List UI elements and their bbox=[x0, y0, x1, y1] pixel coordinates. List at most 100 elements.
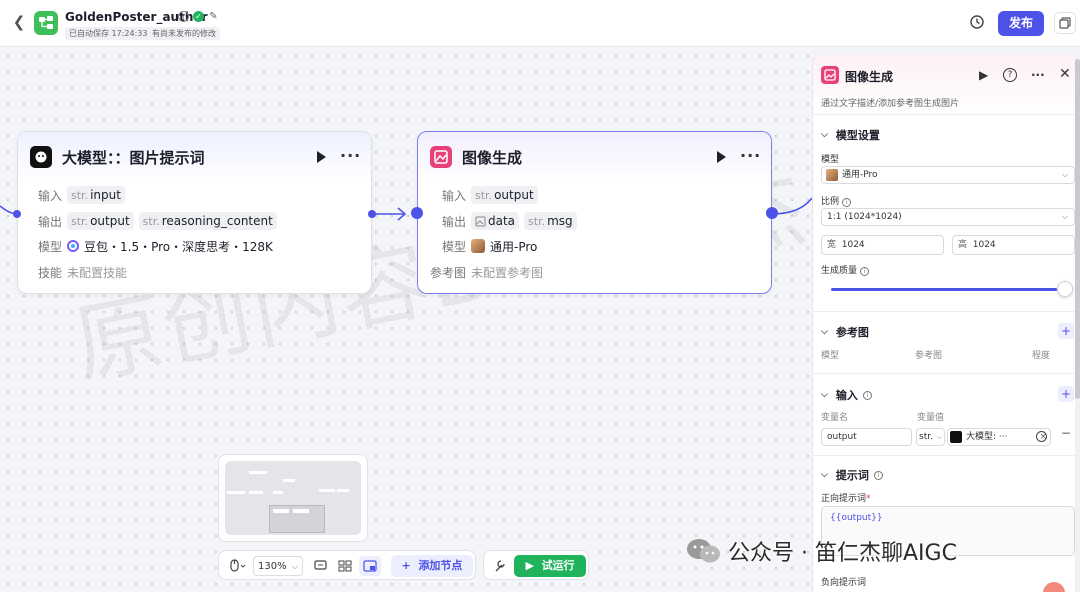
height-label: 高 bbox=[958, 240, 968, 250]
wrench-icon[interactable] bbox=[492, 556, 508, 576]
image-icon bbox=[430, 146, 452, 168]
output-port[interactable] bbox=[766, 207, 778, 219]
plus-icon: + bbox=[401, 559, 419, 572]
info-icon: i bbox=[862, 390, 872, 400]
quality-slider[interactable] bbox=[831, 288, 1057, 291]
input-port[interactable] bbox=[13, 210, 21, 218]
ratio-value: 1:1 (1024*1024) bbox=[827, 212, 902, 222]
var-name-input[interactable]: output bbox=[821, 428, 912, 446]
copy-icon bbox=[1059, 17, 1071, 29]
var-ref-value: 大模型: ··· bbox=[966, 432, 1008, 442]
doubao-icon bbox=[67, 240, 79, 252]
node-config-panel: 图像生成 ▶ ? ··· ✕ 通过文字描述/添加参考图生成图片 ⌵ 模型设置 模型… bbox=[812, 55, 1080, 592]
zoom-select[interactable]: 130% ⌵ bbox=[253, 556, 303, 576]
publish-button[interactable]: 发布 bbox=[998, 11, 1044, 36]
run-toolbar: ▶ 试运行 bbox=[483, 550, 589, 580]
output-chip: data bbox=[471, 212, 520, 230]
check-icon: ✓ bbox=[193, 11, 204, 22]
ref-value: 未配置参考图 bbox=[471, 265, 544, 280]
input-label: 输入 bbox=[37, 188, 62, 203]
add-node-button[interactable]: + 添加节点 bbox=[391, 555, 473, 577]
unpublished-tag: 有尚未发布的修改 bbox=[148, 27, 220, 40]
image-type-icon bbox=[475, 216, 486, 226]
back-icon[interactable]: ❮ bbox=[10, 13, 28, 31]
close-icon[interactable]: ✕ bbox=[1059, 66, 1071, 82]
duplicate-button[interactable] bbox=[1054, 12, 1076, 34]
app-icon bbox=[34, 11, 58, 35]
chevron-down-icon: ⌵ bbox=[821, 130, 828, 140]
chevron-down-icon: ⌵ bbox=[1061, 170, 1068, 179]
var-type-select[interactable]: str. ⌵ bbox=[916, 428, 945, 446]
section-reference[interactable]: ⌵ 参考图 bbox=[821, 324, 869, 340]
add-reference-button[interactable]: + bbox=[1058, 323, 1074, 339]
assistant-avatar[interactable] bbox=[1043, 582, 1065, 592]
model-label: 模型 bbox=[37, 239, 62, 254]
model-value: 通用-Pro bbox=[842, 170, 878, 180]
panel-header: 图像生成 ▶ ? ··· ✕ 通过文字描述/添加参考图生成图片 bbox=[813, 55, 1080, 115]
chevron-down-icon: ⌵ bbox=[821, 470, 828, 480]
remove-input-button[interactable]: − bbox=[1061, 426, 1071, 440]
play-icon[interactable] bbox=[317, 151, 326, 163]
height-value: 1024 bbox=[972, 240, 996, 250]
image-gen-node[interactable]: 图像生成 ··· 输入 str. output 输出 data str. msg 模… bbox=[417, 131, 772, 294]
quality-label: 生成质量 i bbox=[821, 263, 869, 276]
info-icon: i bbox=[873, 470, 883, 480]
comment-icon[interactable] bbox=[313, 556, 329, 576]
var-type: str. bbox=[919, 432, 933, 442]
add-input-button[interactable]: + bbox=[1058, 386, 1074, 402]
panel-scrollbar[interactable] bbox=[1075, 55, 1080, 592]
section-prompt[interactable]: ⌵ 提示词 i bbox=[821, 467, 883, 483]
chevron-down-icon: ⌵ bbox=[1061, 212, 1068, 221]
top-bar: ❮ GoldenPoster_author i ✓ ✎ 已自动保存 17:24:… bbox=[0, 0, 1080, 47]
add-node-label: 添加节点 bbox=[418, 559, 463, 572]
output-chip: str. output bbox=[67, 212, 134, 230]
info-icon: i bbox=[841, 198, 851, 207]
section-input[interactable]: ⌵ 输入 i bbox=[821, 387, 872, 403]
width-field[interactable]: 宽 1024 bbox=[821, 235, 944, 255]
info-icon[interactable]: i bbox=[178, 11, 189, 22]
play-icon[interactable]: ▶ bbox=[979, 68, 988, 82]
autosave-tag: 已自动保存 17:24:33 bbox=[65, 27, 152, 40]
canvas-toolbar: 130% ⌵ + 添加节点 bbox=[218, 550, 476, 580]
quality-slider-handle[interactable] bbox=[1057, 281, 1073, 297]
workflow-canvas[interactable]: 原创内容BY笛仁杰 大模型：：图片提示词 ··· 输入 str.input 输出… bbox=[0, 48, 812, 592]
input-port[interactable] bbox=[411, 207, 423, 219]
chevron-down-icon: ⌵ bbox=[821, 390, 828, 400]
section-model-settings[interactable]: ⌵ 模型设置 bbox=[821, 127, 880, 143]
width-value: 1024 bbox=[841, 240, 865, 250]
edit-icon[interactable]: ✎ bbox=[208, 11, 219, 22]
positive-prompt-label: 正向提示词* bbox=[821, 494, 871, 504]
test-run-button[interactable]: ▶ 试运行 bbox=[514, 555, 586, 577]
help-icon[interactable]: ? bbox=[1003, 68, 1017, 82]
minimap[interactable] bbox=[218, 454, 368, 542]
target-icon[interactable] bbox=[1036, 431, 1047, 442]
panel-title: 图像生成 bbox=[845, 70, 894, 84]
ref-col-strength: 程度 bbox=[1032, 351, 1051, 361]
wechat-icon bbox=[687, 539, 720, 563]
input-chip: str. input bbox=[67, 186, 125, 204]
more-icon[interactable]: ··· bbox=[1031, 68, 1045, 82]
more-icon[interactable]: ··· bbox=[340, 146, 361, 165]
layout-icon[interactable] bbox=[337, 556, 353, 576]
output-chip: str. reasoning_content bbox=[138, 212, 277, 230]
ref-col-model: 模型 bbox=[821, 351, 840, 361]
model-value: 豆包・1.5・Pro・深度思考・128K bbox=[84, 239, 273, 254]
mouse-mode-icon[interactable] bbox=[227, 556, 249, 576]
ref-label: 参考图 bbox=[429, 265, 466, 280]
negative-prompt-label: 负向提示词 bbox=[821, 578, 867, 588]
model-select[interactable]: 通用-Pro ⌵ bbox=[821, 166, 1075, 184]
llm-icon bbox=[30, 146, 52, 168]
ratio-select[interactable]: 1:1 (1024*1024) ⌵ bbox=[821, 208, 1075, 226]
more-icon[interactable]: ··· bbox=[740, 146, 761, 165]
llm-node[interactable]: 大模型：：图片提示词 ··· 输入 str. input 输出 str. outpu… bbox=[17, 131, 372, 294]
minimap-toggle-icon[interactable] bbox=[359, 556, 381, 576]
height-field[interactable]: 高 1024 bbox=[952, 235, 1075, 255]
output-port[interactable] bbox=[368, 210, 376, 218]
ratio-label: 比例 i bbox=[821, 194, 851, 207]
model-label: 模型 bbox=[441, 239, 466, 254]
model-avatar bbox=[826, 169, 838, 181]
play-icon[interactable] bbox=[717, 151, 726, 163]
skill-value: 未配置技能 bbox=[67, 265, 128, 280]
history-icon[interactable] bbox=[969, 14, 985, 30]
test-run-label: 试运行 bbox=[541, 559, 575, 572]
